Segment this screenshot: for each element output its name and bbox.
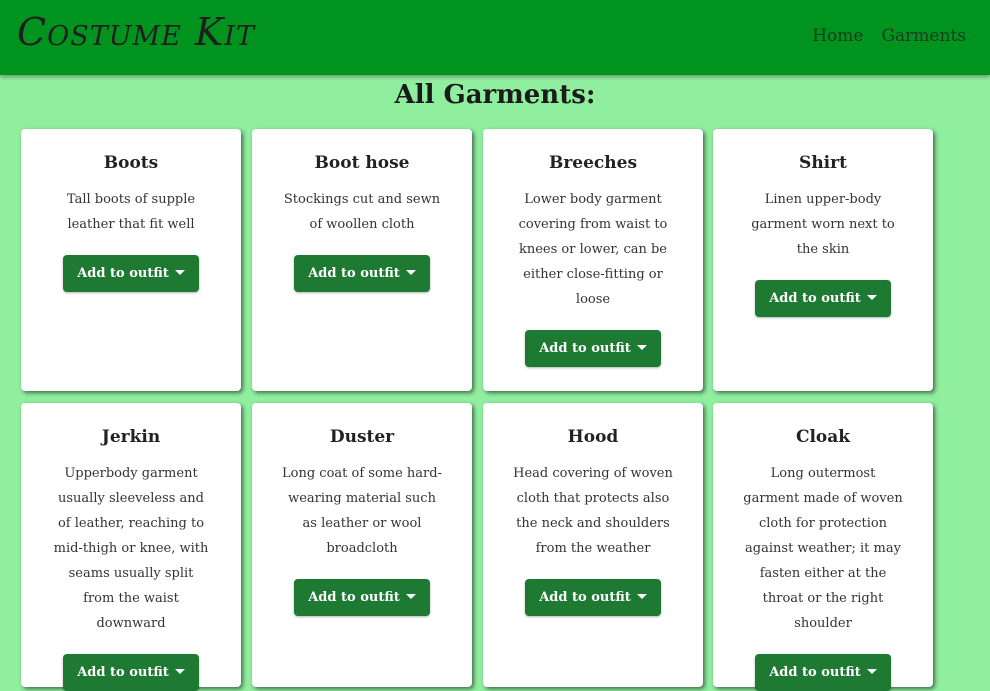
garment-description: Lower body garment covering from waist t… [518, 192, 668, 307]
garment-description: Stockings cut and sewn of woollen cloth [283, 192, 441, 232]
garment-card-shirt: Shirt Linen upper-body garment worn next… [713, 129, 933, 391]
garment-description: Long coat of some hard-wearing material … [282, 466, 442, 556]
garment-card-jerkin: Jerkin Upperbody garment usually sleevel… [21, 403, 241, 691]
button-label: Add to outfit [308, 590, 400, 605]
garment-description: Tall boots of supple leather that fit we… [66, 192, 196, 232]
garment-card-boot-hose: Boot hose Stockings cut and sewn of wool… [252, 129, 472, 391]
garment-description: Linen upper-body garment worn next to th… [751, 192, 895, 257]
nav-link-home[interactable]: Home [812, 26, 863, 46]
garment-card-boots: Boots Tall boots of supple leather that … [21, 129, 241, 391]
caret-down-icon [174, 669, 185, 674]
garment-title: Shirt [799, 153, 847, 173]
garment-title: Boots [103, 153, 159, 173]
caret-down-icon [405, 270, 416, 275]
button-label: Add to outfit [539, 341, 631, 356]
add-to-outfit-button[interactable]: Add to outfit [755, 280, 891, 317]
add-to-outfit-button[interactable]: Add to outfit [525, 579, 661, 616]
button-label: Add to outfit [769, 291, 861, 306]
garment-card-cloak: Cloak Long outermost garment made of wov… [713, 403, 933, 691]
add-to-outfit-button[interactable]: Add to outfit [755, 654, 891, 691]
garment-card-breeches: Breeches Lower body garment covering fro… [483, 129, 703, 391]
nav-link-garments[interactable]: Garments [881, 26, 966, 46]
garment-description: Long outermost garment made of woven clo… [743, 466, 903, 631]
garment-title: Jerkin [101, 427, 161, 447]
button-label: Add to outfit [539, 590, 631, 605]
button-label: Add to outfit [308, 266, 400, 281]
caret-down-icon [405, 594, 416, 599]
navbar: Costume Kit Home Garments [0, 0, 990, 75]
brand-logo[interactable]: Costume Kit [17, 10, 255, 54]
garment-title: Duster [329, 427, 395, 447]
garment-card-hood: Hood Head covering of woven cloth that p… [483, 403, 703, 687]
garment-title: Hood [567, 427, 619, 447]
button-label: Add to outfit [77, 665, 169, 680]
add-to-outfit-button[interactable]: Add to outfit [63, 255, 199, 292]
garment-description: Head covering of woven cloth that protec… [513, 466, 673, 556]
add-to-outfit-button[interactable]: Add to outfit [294, 255, 430, 292]
caret-down-icon [636, 594, 647, 599]
garment-title: Boot hose [314, 153, 410, 173]
caret-down-icon [866, 295, 877, 300]
garment-title: Cloak [795, 427, 851, 447]
button-label: Add to outfit [77, 266, 169, 281]
nav-links: Home Garments [812, 26, 966, 46]
caret-down-icon [866, 669, 877, 674]
garment-card-duster: Duster Long coat of some hard-wearing ma… [252, 403, 472, 687]
add-to-outfit-button[interactable]: Add to outfit [63, 654, 199, 691]
add-to-outfit-button[interactable]: Add to outfit [525, 330, 661, 367]
button-label: Add to outfit [769, 665, 861, 680]
garment-title: Breeches [548, 153, 638, 173]
caret-down-icon [636, 345, 647, 350]
caret-down-icon [174, 270, 185, 275]
add-to-outfit-button[interactable]: Add to outfit [294, 579, 430, 616]
garment-description: Upperbody garment usually sleeveless and… [53, 466, 209, 631]
page-title: All Garments: [394, 80, 596, 110]
